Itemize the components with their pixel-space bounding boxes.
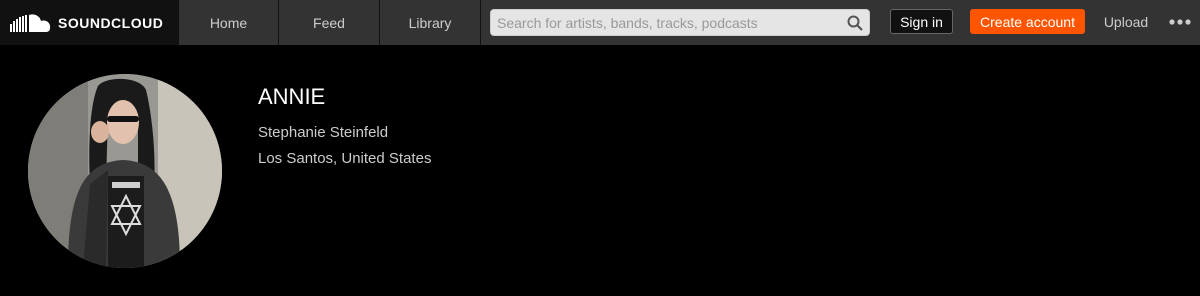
avatar-photo-icon xyxy=(28,74,222,268)
search-input[interactable] xyxy=(491,10,841,35)
search-icon[interactable] xyxy=(841,10,869,35)
profile-location: Los Santos, United States xyxy=(258,150,432,167)
profile-username: ANNIE xyxy=(258,84,326,109)
profile-avatar[interactable] xyxy=(28,74,222,268)
nav-feed[interactable]: Feed xyxy=(279,0,380,45)
soundcloud-logo[interactable]: SOUNDCLOUD xyxy=(0,0,178,45)
more-icon[interactable] xyxy=(1166,9,1194,34)
nav-library[interactable]: Library xyxy=(380,0,481,45)
nav-home[interactable]: Home xyxy=(178,0,279,45)
logo-text: SOUNDCLOUD xyxy=(58,14,164,31)
search-box xyxy=(490,9,870,36)
create-account-button[interactable]: Create account xyxy=(970,9,1085,34)
upload-link[interactable]: Upload xyxy=(1094,9,1158,34)
soundcloud-cloud-icon xyxy=(10,13,51,32)
sign-in-button[interactable]: Sign in xyxy=(890,9,953,34)
profile-full-name: Stephanie Steinfeld xyxy=(258,124,389,141)
